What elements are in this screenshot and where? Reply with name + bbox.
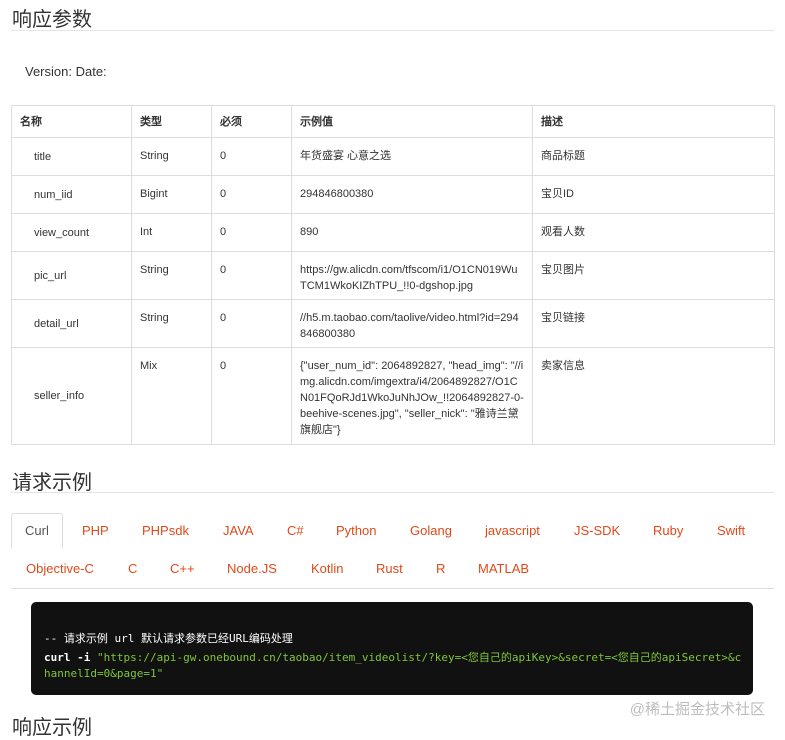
cell-name: detail_url — [11, 299, 132, 348]
cell-example: 年货盛宴 心意之选 — [291, 137, 533, 176]
header-type: 类型 — [131, 105, 212, 138]
header-required: 必须 — [211, 105, 292, 138]
code-block[interactable]: -- 请求示例 url 默认请求参数已经URL编码处理 curl -i "htt… — [31, 602, 753, 695]
cell-name: view_count — [11, 213, 132, 252]
cell-type: String — [131, 251, 212, 300]
request-example-title: 请求示例 — [12, 472, 92, 494]
cell-example: 294846800380 — [291, 175, 533, 214]
tab-r[interactable]: R — [436, 561, 445, 576]
tab-php[interactable]: PHP — [82, 523, 109, 538]
tab-curl[interactable]: Curl — [11, 513, 63, 549]
tab-python[interactable]: Python — [336, 523, 376, 538]
response-example-title: 响应示例 — [12, 717, 92, 739]
cell-required: 0 — [211, 347, 292, 445]
tab-kotlin[interactable]: Kotlin — [311, 561, 344, 576]
cell-name: title — [11, 137, 132, 176]
divider — [11, 30, 774, 31]
cell-required: 0 — [211, 251, 292, 300]
code-comment: -- 请求示例 url 默认请求参数已经URL编码处理 — [44, 632, 293, 645]
params-table: 名称 类型 必须 示例值 描述 title String 0 年货盛宴 心意之选… — [11, 105, 775, 445]
cell-required: 0 — [211, 137, 292, 176]
cell-required: 0 — [211, 299, 292, 348]
cell-example: https://gw.alicdn.com/tfscom/i1/O1CN019W… — [291, 251, 533, 300]
divider — [11, 492, 774, 493]
tab-java[interactable]: JAVA — [223, 523, 254, 538]
tab-c[interactable]: C — [128, 561, 137, 576]
cell-type: Mix — [131, 347, 212, 445]
table-row: seller_info Mix 0 {"user_num_id": 206489… — [11, 347, 775, 445]
cell-description: 观看人数 — [532, 213, 775, 252]
tab-rust[interactable]: Rust — [376, 561, 403, 576]
tab-js-sdk[interactable]: JS-SDK — [574, 523, 620, 538]
tab-golang[interactable]: Golang — [410, 523, 452, 538]
table-header-row: 名称 类型 必须 示例值 描述 — [11, 105, 775, 138]
table-row: view_count Int 0 890 观看人数 — [11, 213, 775, 252]
tab-cpp[interactable]: C++ — [170, 561, 195, 576]
table-row: detail_url String 0 //h5.m.taobao.com/ta… — [11, 299, 775, 348]
cell-name: seller_info — [11, 347, 132, 445]
header-example: 示例值 — [291, 105, 533, 138]
code-command: curl -i "https://api-gw.onebound.cn/taob… — [44, 650, 744, 682]
cell-description: 宝贝图片 — [532, 251, 775, 300]
header-description: 描述 — [532, 105, 775, 138]
cell-description: 商品标题 — [532, 137, 775, 176]
cell-required: 0 — [211, 175, 292, 214]
tab-ruby[interactable]: Ruby — [653, 523, 683, 538]
code-url: "https://api-gw.onebound.cn/taobao/item_… — [44, 651, 742, 680]
cell-type: String — [131, 137, 212, 176]
watermark: @稀土掘金技术社区 — [629, 701, 765, 718]
language-tabs: Curl PHP PHPsdk JAVA C# Python Golang ja… — [11, 513, 774, 589]
cell-type: Int — [131, 213, 212, 252]
cell-description: 卖家信息 — [532, 347, 775, 445]
cell-name: pic_url — [11, 251, 132, 300]
cell-example: 890 — [291, 213, 533, 252]
cell-description: 宝贝ID — [532, 175, 775, 214]
cell-name: num_iid — [11, 175, 132, 214]
header-name: 名称 — [11, 105, 132, 138]
tab-swift[interactable]: Swift — [717, 523, 745, 538]
code-cmd: curl -i — [44, 651, 91, 664]
tab-nodejs[interactable]: Node.JS — [227, 561, 277, 576]
cell-description: 宝贝链接 — [532, 299, 775, 348]
tab-objective-c[interactable]: Objective-C — [26, 561, 94, 576]
cell-required: 0 — [211, 213, 292, 252]
tab-matlab[interactable]: MATLAB — [478, 561, 529, 576]
cell-example: //h5.m.taobao.com/taolive/video.html?id=… — [291, 299, 533, 348]
tab-phpsdk[interactable]: PHPsdk — [142, 523, 189, 538]
tab-csharp[interactable]: C# — [287, 523, 304, 538]
version-line: Version: Date: — [25, 64, 107, 79]
table-row: title String 0 年货盛宴 心意之选 商品标题 — [11, 137, 775, 176]
cell-type: Bigint — [131, 175, 212, 214]
table-row: num_iid Bigint 0 294846800380 宝贝ID — [11, 175, 775, 214]
response-params-title: 响应参数 — [12, 9, 92, 31]
cell-type: String — [131, 299, 212, 348]
tab-javascript[interactable]: javascript — [485, 523, 540, 538]
table-row: pic_url String 0 https://gw.alicdn.com/t… — [11, 251, 775, 300]
tabs-divider — [11, 588, 774, 589]
cell-example: {"user_num_id": 2064892827, "head_img": … — [291, 347, 533, 445]
